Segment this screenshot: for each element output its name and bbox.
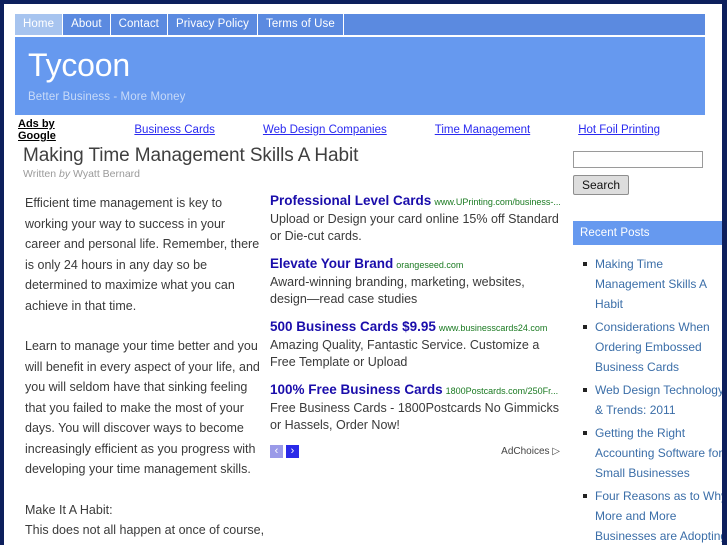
byline-prefix: Written bbox=[23, 168, 59, 180]
search-widget: Search bbox=[573, 145, 722, 195]
recent-posts-list: Making Time Management Skills A Habit Co… bbox=[573, 254, 722, 545]
ad-item: 500 Business Cards $9.95 www.businesscard… bbox=[270, 319, 560, 371]
ad-description: Amazing Quality, Fantastic Service. Cust… bbox=[270, 338, 540, 369]
list-item[interactable]: Web Design Technology & Trends: 2011 bbox=[583, 380, 722, 420]
ad-footer: ‹ › AdChoices ▷ bbox=[270, 445, 560, 461]
chevron-left-icon[interactable]: ‹ bbox=[270, 445, 283, 458]
intro-paragraph-1: Efficient time management is key to work… bbox=[25, 196, 260, 313]
ad-url: www.businesscards24.com bbox=[438, 323, 548, 333]
ad-description: Free Business Cards - 1800Postcards No G… bbox=[270, 401, 559, 432]
main-navigation: Home About Contact Privacy Policy Terms … bbox=[15, 14, 705, 35]
page-frame: Home About Contact Privacy Policy Terms … bbox=[0, 0, 727, 545]
adchoices-link[interactable]: AdChoices ▷ bbox=[501, 446, 560, 457]
recent-post-link: Getting the Right Accounting Software fo… bbox=[595, 425, 722, 480]
ad-item: 100% Free Business Cards 1800Postcards.co… bbox=[270, 382, 560, 434]
site-header: Tycoon Better Business - More Money bbox=[15, 37, 705, 115]
nav-item-label: Contact bbox=[118, 17, 159, 30]
intro-paragraph-2: Learn to manage your time better and you… bbox=[25, 339, 260, 476]
site-tagline: Better Business - More Money bbox=[28, 90, 186, 103]
ad-item: Elevate Your Brand orangeseed.com Award-w… bbox=[270, 256, 560, 308]
search-button[interactable]: Search bbox=[573, 174, 630, 195]
byline-author: Wyatt Bernard bbox=[70, 168, 141, 180]
list-item[interactable]: Four Reasons as to Why More and More Bus… bbox=[583, 486, 722, 545]
body-line-1: This does not all happen at once of cour… bbox=[25, 523, 265, 537]
ad-url: www.UPrinting.com/business-... bbox=[434, 197, 560, 207]
page-title: Making Time Management Skills A Habit bbox=[23, 145, 359, 166]
list-item[interactable]: Making Time Management Skills A Habit bbox=[583, 254, 722, 314]
ad-link-business-cards[interactable]: Business Cards bbox=[134, 124, 215, 136]
list-item[interactable]: Getting the Right Accounting Software fo… bbox=[583, 423, 722, 483]
ad-headline: 500 Business Cards $9.95 www.businesscard… bbox=[270, 319, 560, 336]
ad-item: Professional Level Cards www.UPrinting.co… bbox=[270, 193, 560, 245]
chevron-right-icon[interactable]: › bbox=[286, 445, 299, 458]
recent-post-link: Four Reasons as to Why More and More Bus… bbox=[595, 488, 722, 543]
list-item[interactable]: Considerations When Ordering Embossed Bu… bbox=[583, 317, 722, 377]
nav-item-label: Terms of Use bbox=[265, 17, 335, 30]
recent-post-link: Considerations When Ordering Embossed Bu… bbox=[595, 319, 710, 374]
ad-title[interactable]: 500 Business Cards $9.95 bbox=[270, 319, 436, 334]
nav-item-contact[interactable]: Contact bbox=[111, 14, 168, 35]
ad-description: Award-winning branding, marketing, websi… bbox=[270, 275, 525, 306]
recent-posts-header: Recent Posts bbox=[573, 220, 722, 245]
ad-headline: Elevate Your Brand orangeseed.com bbox=[270, 256, 560, 273]
ad-title[interactable]: 100% Free Business Cards bbox=[270, 382, 443, 397]
article-paragraph-habit: Make It A Habit: This does not all happe… bbox=[25, 500, 557, 545]
ad-title[interactable]: Professional Level Cards bbox=[270, 193, 431, 208]
ad-url: orangeseed.com bbox=[396, 260, 464, 270]
inline-ad-unit: Professional Level Cards www.UPrinting.co… bbox=[270, 193, 560, 461]
byline-by: by bbox=[58, 168, 71, 180]
nav-item-home[interactable]: Home bbox=[15, 14, 64, 35]
ad-link-time-management[interactable]: Time Management bbox=[435, 124, 530, 136]
heading-make-it-a-habit: Make It A Habit: bbox=[25, 502, 113, 517]
ad-description: Upload or Design your card online 15% of… bbox=[270, 212, 559, 243]
nav-filler bbox=[344, 14, 705, 35]
sidebar: Search Recent Posts Making Time Manageme… bbox=[573, 145, 722, 545]
ad-headline: 100% Free Business Cards 1800Postcards.co… bbox=[270, 382, 560, 399]
nav-item-terms-of-use[interactable]: Terms of Use bbox=[258, 14, 344, 35]
nav-item-label: Home bbox=[23, 17, 55, 30]
page-content: Home About Contact Privacy Policy Terms … bbox=[4, 4, 722, 545]
body-wrapper: Making Time Management Skills A Habit Wr… bbox=[18, 145, 722, 545]
nav-item-about[interactable]: About bbox=[63, 14, 111, 35]
nav-item-label: Privacy Policy bbox=[175, 17, 249, 30]
article: Making Time Management Skills A Habit Wr… bbox=[18, 145, 560, 545]
adchoices-label: AdChoices bbox=[501, 446, 550, 457]
ad-title[interactable]: Elevate Your Brand bbox=[270, 256, 393, 271]
ads-by-google-label[interactable]: Ads by Google bbox=[18, 118, 82, 142]
intro-text-column: Efficient time management is key to work… bbox=[25, 193, 263, 480]
post-byline: Written by Wyatt Bernard bbox=[23, 168, 558, 180]
ad-link-hot-foil-printing[interactable]: Hot Foil Printing bbox=[578, 124, 660, 136]
ad-link-web-design-companies[interactable]: Web Design Companies bbox=[263, 124, 387, 136]
site-title[interactable]: Tycoon bbox=[28, 48, 705, 83]
article-body: Make It A Habit: This does not all happe… bbox=[25, 500, 557, 545]
adchoices-icon: ▷ bbox=[552, 446, 560, 457]
ad-headline: Professional Level Cards www.UPrinting.co… bbox=[270, 193, 560, 210]
recent-post-link: Web Design Technology & Trends: 2011 bbox=[595, 382, 722, 417]
nav-item-label: About bbox=[71, 17, 102, 30]
nav-item-privacy-policy[interactable]: Privacy Policy bbox=[168, 14, 258, 35]
search-input[interactable] bbox=[573, 150, 703, 168]
intro-block: Efficient time management is key to work… bbox=[18, 193, 560, 480]
recent-post-link: Making Time Management Skills A Habit bbox=[595, 256, 707, 311]
ad-url: 1800Postcards.com/250Fr... bbox=[445, 386, 559, 396]
google-ad-links-bar: Ads by Google Business Cards Web Design … bbox=[18, 115, 708, 145]
